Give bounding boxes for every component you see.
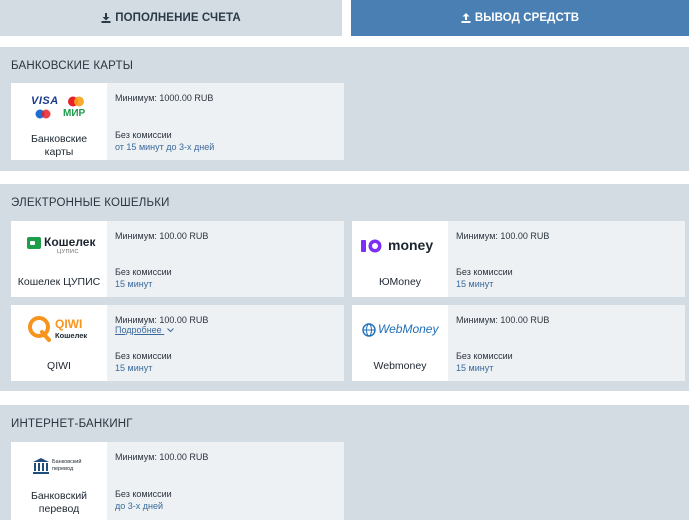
qiwi-logo-word: QIWI bbox=[55, 317, 83, 331]
upload-icon bbox=[461, 13, 471, 23]
method-info: Минимум: 100.00 RUB Без комиссии до 3-х … bbox=[107, 442, 344, 520]
method-name: QIWI bbox=[47, 360, 71, 372]
payment-method-webmoney[interactable]: WebMoney Webmoney Минимум: 100.00 RUB Бе… bbox=[352, 305, 685, 381]
bank-transfer-logo-line2: перевод bbox=[52, 466, 74, 472]
bank-building-icon bbox=[33, 458, 49, 474]
yoomoney-logo: money bbox=[361, 237, 441, 257]
webmoney-logo: WebMoney bbox=[362, 322, 442, 342]
yoomoney-icon bbox=[361, 239, 382, 253]
processing-time: 15 минут bbox=[115, 279, 153, 289]
minimum-amount: Минимум: 100.00 RUB bbox=[115, 315, 209, 325]
fee-text: Без комиссии bbox=[456, 267, 513, 277]
fee-text: Без комиссии bbox=[115, 267, 172, 277]
method-name: Банковский перевод bbox=[30, 490, 88, 515]
tab-deposit-label: ПОПОЛНЕНИЕ СЧЕТА bbox=[115, 12, 241, 24]
processing-time: 15 минут bbox=[456, 279, 494, 289]
cupis-logo: Кошелек ЦУПИС bbox=[27, 235, 97, 259]
method-name: ЮMoney bbox=[378, 276, 422, 288]
section-title: ЭЛЕКТРОННЫЕ КОШЕЛЬКИ bbox=[11, 197, 170, 209]
minimum-amount: Минимум: 100.00 RUB bbox=[456, 315, 550, 325]
mastercard-icon bbox=[68, 96, 84, 107]
minimum-amount: Минимум: 100.00 RUB bbox=[115, 452, 209, 462]
processing-time: от 15 минут до 3-х дней bbox=[115, 142, 215, 152]
payment-method-yoomoney[interactable]: money ЮMoney Минимум: 100.00 RUB Без ком… bbox=[352, 221, 685, 297]
fee-text: Без комиссии bbox=[115, 489, 172, 499]
cupis-logo-word: Кошелек bbox=[44, 235, 96, 249]
logo-area: Кошелек ЦУПИС Кошелек ЦУПИС bbox=[11, 221, 107, 297]
qiwi-logo-sub: Кошелек bbox=[55, 331, 88, 340]
yoomoney-logo-word: money bbox=[388, 237, 434, 253]
bank-transfer-logo: Банковский перевод bbox=[33, 456, 93, 476]
logo-area: WebMoney Webmoney bbox=[352, 305, 448, 381]
processing-time: 15 минут bbox=[115, 363, 153, 373]
section-title: БАНКОВСКИЕ КАРТЫ bbox=[11, 60, 134, 72]
tab-withdraw-label: ВЫВОД СРЕДСТВ bbox=[474, 12, 580, 24]
qiwi-icon bbox=[28, 316, 51, 342]
webmoney-logo-word: WebMoney bbox=[378, 322, 439, 336]
method-info: Минимум: 100.00 RUB Без комиссии 15 мину… bbox=[448, 221, 685, 297]
payment-method-bank-transfer[interactable]: Банковский перевод Банковский перевод Ми… bbox=[11, 442, 344, 520]
payment-method-bank-cards[interactable]: VISA МИР Банковские карты Минимум: 1000.… bbox=[11, 83, 344, 160]
fee-text: Без комиссии bbox=[456, 351, 513, 361]
method-info: Минимум: 1000.00 RUB Без комиссии от 15 … bbox=[107, 83, 344, 160]
qiwi-logo: QIWI Кошелек bbox=[27, 315, 97, 345]
webmoney-globe-icon bbox=[362, 323, 376, 337]
method-info: Минимум: 100.00 RUB Подробнее Без комисс… bbox=[107, 305, 344, 381]
method-name: Кошелек ЦУПИС bbox=[17, 276, 101, 288]
details-link[interactable]: Подробнее bbox=[115, 325, 175, 335]
payment-method-qiwi[interactable]: QIWI Кошелек QIWI Минимум: 100.00 RUB По… bbox=[11, 305, 344, 381]
cupis-logo-sub: ЦУПИС bbox=[57, 249, 79, 255]
method-info: Минимум: 100.00 RUB Без комиссии 15 мину… bbox=[107, 221, 344, 297]
payment-tabs: ПОПОЛНЕНИЕ СЧЕТА ВЫВОД СРЕДСТВ bbox=[0, 0, 689, 36]
logo-area: money ЮMoney bbox=[352, 221, 448, 297]
maestro-icon bbox=[35, 109, 51, 119]
minimum-amount: Минимум: 1000.00 RUB bbox=[115, 93, 214, 103]
details-link-label: Подробнее bbox=[115, 325, 162, 335]
visa-logo: VISA bbox=[31, 95, 59, 107]
mir-logo: МИР bbox=[63, 108, 86, 119]
method-name: Webmoney bbox=[373, 360, 427, 372]
section-ewallets: ЭЛЕКТРОННЫЕ КОШЕЛЬКИ Кошелек ЦУПИС Кошел… bbox=[0, 184, 689, 391]
section-title: ИНТЕРНЕТ-БАНКИНГ bbox=[11, 418, 133, 430]
bank-cards-logo: VISA МИР bbox=[31, 95, 87, 121]
payment-method-cupis[interactable]: Кошелек ЦУПИС Кошелек ЦУПИС Минимум: 100… bbox=[11, 221, 344, 297]
tab-deposit[interactable]: ПОПОЛНЕНИЕ СЧЕТА bbox=[0, 0, 342, 36]
processing-time: до 3-х дней bbox=[115, 501, 164, 511]
chevron-down-icon bbox=[167, 328, 175, 333]
logo-area: Банковский перевод Банковский перевод bbox=[11, 442, 107, 520]
processing-time: 15 минут bbox=[456, 363, 494, 373]
logo-area: QIWI Кошелек QIWI bbox=[11, 305, 107, 381]
minimum-amount: Минимум: 100.00 RUB bbox=[115, 231, 209, 241]
fee-text: Без комиссии bbox=[115, 351, 172, 361]
method-name: Банковские карты bbox=[30, 133, 88, 158]
fee-text: Без комиссии bbox=[115, 130, 172, 140]
download-icon bbox=[101, 13, 111, 23]
section-internet-banking: ИНТЕРНЕТ-БАНКИНГ Банковский перевод Банк… bbox=[0, 405, 689, 520]
method-info: Минимум: 100.00 RUB Без комиссии 15 мину… bbox=[448, 305, 685, 381]
wallet-icon bbox=[27, 237, 41, 249]
logo-area: VISA МИР Банковские карты bbox=[11, 83, 107, 160]
minimum-amount: Минимум: 100.00 RUB bbox=[456, 231, 550, 241]
tab-withdraw[interactable]: ВЫВОД СРЕДСТВ bbox=[351, 0, 689, 36]
section-bank-cards: БАНКОВСКИЕ КАРТЫ VISA МИР Банковские кар… bbox=[0, 47, 689, 171]
bank-transfer-logo-line1: Банковский bbox=[52, 459, 82, 465]
